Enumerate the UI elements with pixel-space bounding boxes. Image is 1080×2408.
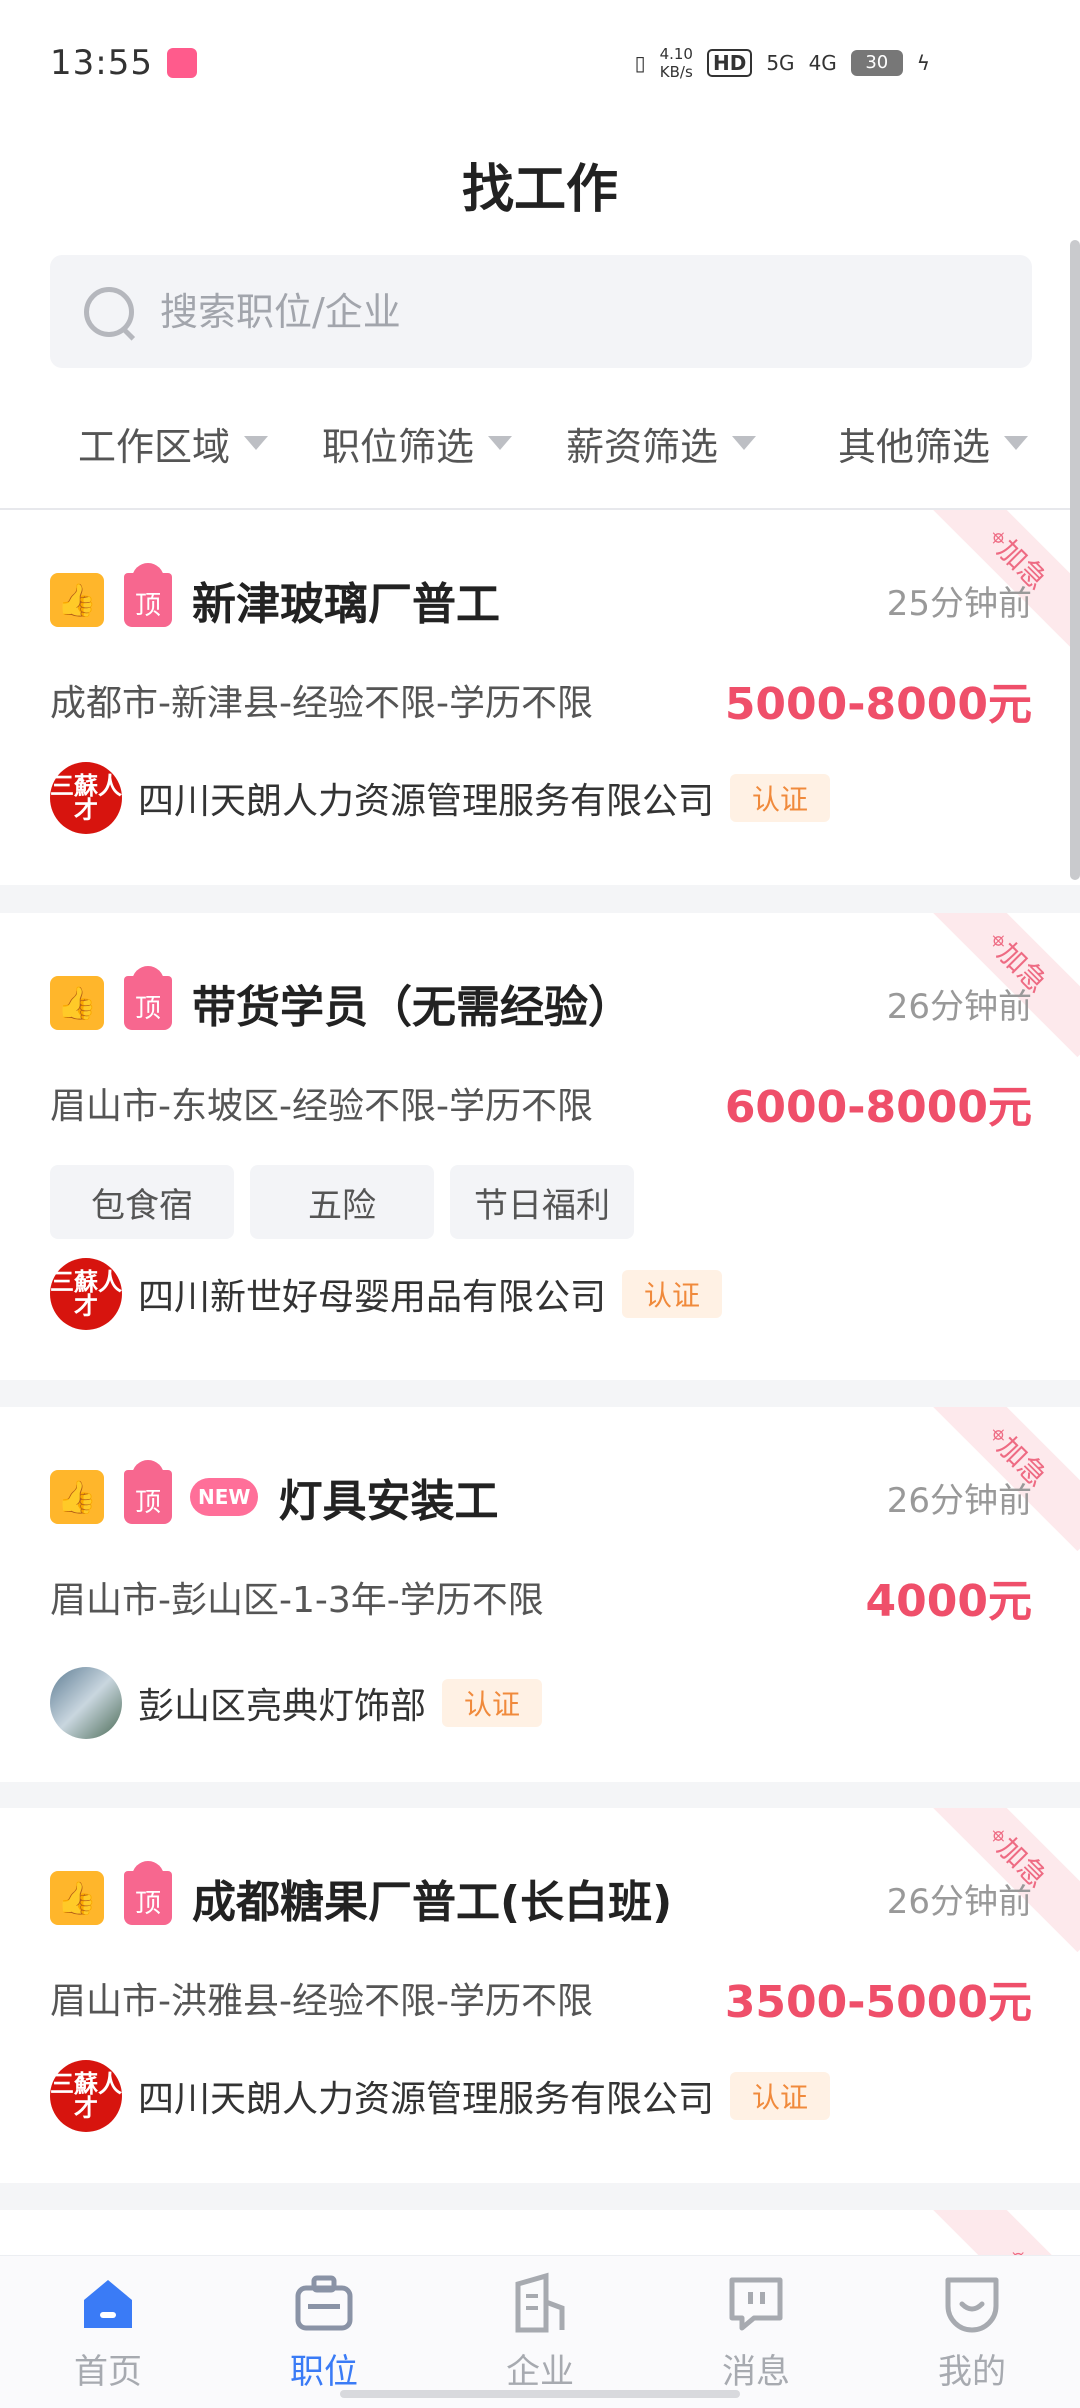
nav-company[interactable]: 企业 [432,2256,648,2408]
job-meta: 眉山市-洪雅县-经验不限-学历不限 [50,1981,593,2022]
company-avatar: 三蘇人才 [50,2060,122,2132]
filter-work-area[interactable]: 工作区域 [78,416,269,471]
job-title: 灯具安装工 [278,1476,499,1527]
company-avatar [50,1667,122,1739]
job-tag: 节日福利 [450,1165,634,1239]
home-icon [84,2279,132,2328]
gesture-bar [340,2390,740,2398]
company-row: 三蘇人才 四川天朗人力资源管理服务有限公司 认证 [50,762,831,834]
thumbs-up-icon: 👍 [50,573,104,627]
search-input[interactable] [160,289,980,334]
cert-badge: 认证 [442,1679,543,1727]
briefcase-icon [295,2275,353,2330]
nav-home[interactable]: 首页 [0,2256,216,2408]
status-bar: 13:55 ▯ 4.10 KB/s HD 5G 4G 30 ϟ [0,0,1080,125]
company-name: 四川天朗人力资源管理服务有限公司 [138,781,715,822]
job-salary: 3500-5000元 [724,1977,1032,2028]
company-row: 三蘇人才 四川天朗人力资源管理服务有限公司 认证 [50,2060,831,2132]
job-time-ago: 26分钟前 [886,1480,1032,1521]
job-card[interactable]: ⌖ 加急 👍 顶 新津玻璃厂普工 25分钟前 成都市-新津县-经验不限-学历不限… [0,510,1080,885]
job-salary: 4000元 [865,1576,1032,1627]
job-tags: 包食宿 五险 节日福利 [50,1165,634,1239]
company-row: 彭山区亮典灯饰部 认证 [50,1667,543,1739]
job-salary: 6000-8000元 [724,1082,1032,1133]
job-salary: 5000-8000元 [724,679,1032,730]
signal-5g-icon: 5G [766,50,795,75]
job-tag: 包食宿 [50,1165,234,1239]
job-title: 成都糖果厂普工(长白班) [192,1877,673,1928]
job-meta: 眉山市-东坡区-经验不限-学历不限 [50,1086,593,1127]
filter-salary[interactable]: 薪资筛选 [566,416,757,471]
company-name: 四川天朗人力资源管理服务有限公司 [138,2079,715,2120]
thumbs-up-icon: 👍 [50,1470,104,1524]
nav-jobs[interactable]: 职位 [216,2256,432,2408]
top-badge-icon: 顶 [124,1460,172,1524]
top-badge-icon: 顶 [124,1861,172,1925]
header: 找工作 工作区域 职位筛选 薪资筛选 其他筛选 [0,125,1080,510]
dropdown-arrow-icon [732,436,757,450]
search-icon [82,285,136,339]
new-badge-icon: NEW [190,1478,259,1516]
top-badge-icon: 顶 [124,563,172,627]
charging-icon: ϟ [916,50,930,75]
network-speed: 4.10 KB/s [659,44,693,81]
nav-profile[interactable]: 我的 [864,2256,1080,2408]
status-time: 13:55 [50,42,153,83]
job-card[interactable]: ⌖ 加急 👍 顶 成都糖果厂普工(长白班) 26分钟前 眉山市-洪雅县-经验不限… [0,1808,1080,2183]
status-icons: ▯ 4.10 KB/s HD 5G 4G 30 ϟ [635,45,930,81]
cert-badge: 认证 [622,1270,723,1318]
search-bar[interactable] [50,255,1032,368]
company-name: 彭山区亮典灯饰部 [138,1686,427,1727]
hd-icon: HD [706,48,753,77]
job-time-ago: 26分钟前 [886,1881,1032,1922]
app-notification-icon [166,47,197,78]
profile-icon [945,2277,999,2332]
message-icon [729,2277,783,2330]
cert-badge: 认证 [730,774,831,822]
job-time-ago: 25分钟前 [886,583,1032,624]
dropdown-arrow-icon [244,436,269,450]
job-title: 新津玻璃厂普工 [192,579,500,630]
top-badge-icon: 顶 [124,966,172,1030]
cert-badge: 认证 [730,2072,831,2120]
vibrate-icon: ▯ [634,50,646,75]
job-card[interactable]: ⌖ 加急 👍 顶 NEW 灯具安装工 26分钟前 眉山市-彭山区-1-3年-学历… [0,1407,1080,1782]
thumbs-up-icon: 👍 [50,1871,104,1925]
job-title: 带货学员（无需经验） [192,982,632,1033]
job-card[interactable]: ⌖ 加急 👍 顶 带货学员（无需经验） 26分钟前 眉山市-东坡区-经验不限-学… [0,913,1080,1380]
filter-other[interactable]: 其他筛选 [838,416,1029,471]
dropdown-arrow-icon [1004,436,1029,450]
nav-messages[interactable]: 消息 [648,2256,864,2408]
scrollbar[interactable] [1070,240,1080,880]
job-meta: 眉山市-彭山区-1-3年-学历不限 [50,1580,544,1621]
company-avatar: 三蘇人才 [50,762,122,834]
building-icon [515,2272,565,2332]
company-row: 三蘇人才 四川新世好母婴用品有限公司 认证 [50,1258,723,1330]
page-title: 找工作 [461,160,618,220]
signal-4g-icon: 4G [808,50,837,75]
company-name: 四川新世好母婴用品有限公司 [138,1277,607,1318]
thumbs-up-icon: 👍 [50,976,104,1030]
battery-icon: 30 [850,49,903,76]
bottom-nav: 首页 职位 企业 消息 我的 [0,2255,1080,2408]
job-time-ago: 26分钟前 [886,986,1032,1027]
job-meta: 成都市-新津县-经验不限-学历不限 [50,683,593,724]
job-tag: 五险 [250,1165,434,1239]
dropdown-arrow-icon [488,436,513,450]
filter-bar: 工作区域 职位筛选 薪资筛选 其他筛选 [0,393,1080,493]
filter-position[interactable]: 职位筛选 [322,416,513,471]
company-avatar: 三蘇人才 [50,1258,122,1330]
